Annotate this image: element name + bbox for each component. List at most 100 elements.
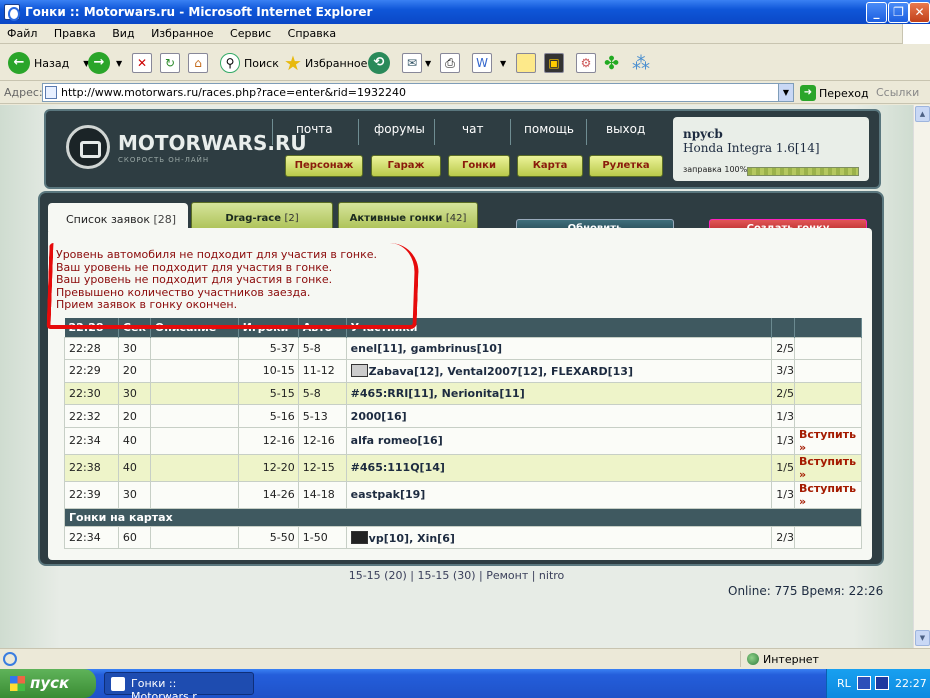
nav-help[interactable]: помощь	[524, 122, 574, 136]
favorites-button[interactable]: ★ Избранное	[284, 51, 367, 75]
tab-applications[interactable]: Список заявок [28]	[48, 203, 188, 231]
table-row: 22:34 60 5-50 1-50 vp[10], Xin[6] 2/3	[64, 525, 863, 550]
nav-mail[interactable]: почта	[296, 122, 333, 136]
menu-help[interactable]: Справка	[281, 24, 342, 40]
cell-participants[interactable]: #465:RRI[11], Nerionita[11]	[345, 381, 773, 406]
nav-roulette-button[interactable]: Рулетка	[589, 155, 663, 177]
links-label[interactable]: Ссылки	[876, 86, 919, 99]
zone-label: Интернет	[763, 652, 819, 666]
tray-app-icon[interactable]	[857, 676, 871, 690]
clover-button[interactable]: ✤	[604, 51, 619, 75]
cell-auto: 12-16	[297, 426, 347, 455]
bluetooth-button[interactable]: ⚙	[576, 51, 596, 75]
tab-active-races-count: [42]	[445, 213, 467, 224]
menu-favorites[interactable]: Избранное	[144, 24, 219, 40]
nav-races-button[interactable]: Гонки	[448, 155, 510, 177]
back-button[interactable]: ← Назад ▼	[8, 51, 89, 75]
home-icon: ⌂	[188, 53, 208, 73]
mail-dropdown-icon[interactable]: ▼	[425, 59, 431, 68]
cell-auto: 5-8	[297, 381, 347, 406]
nav-logout[interactable]: выход	[606, 122, 645, 136]
windows-logo-icon	[902, 24, 930, 44]
cell-participants[interactable]: 2000[16]	[345, 404, 773, 428]
people-icon: ⁂	[632, 52, 650, 74]
windows-flag-icon	[10, 676, 25, 691]
cell-participants[interactable]: eastpak[19]	[345, 480, 773, 509]
join-race-link[interactable]: Вступить »	[793, 480, 863, 509]
nav-character-button[interactable]: Персонаж	[285, 155, 363, 177]
logo-mark-icon	[66, 125, 110, 169]
nav-garage-button[interactable]: Гараж	[371, 155, 441, 177]
site-logo[interactable]: MOTORWARS.RU СКОРОСТЬ ОН-ЛАЙН	[66, 125, 307, 169]
cell-count: 1/3	[771, 426, 795, 455]
history-button[interactable]: ⟲	[368, 51, 390, 75]
edit-button[interactable]: W ▼	[472, 51, 506, 75]
join-race-link[interactable]: Вступить »	[793, 453, 863, 482]
cell-count: 2/3	[771, 525, 795, 550]
nav-map-button[interactable]: Карта	[517, 155, 583, 177]
menu-edit[interactable]: Правка	[47, 24, 102, 40]
cell-join	[793, 525, 863, 550]
messenger2-button[interactable]: ⁂	[632, 51, 650, 75]
edit-dropdown-icon[interactable]: ▼	[500, 59, 506, 68]
table-row: 22:29 20 10-15 11-12 Zabava[12], Vental2…	[64, 359, 863, 383]
menu-tools[interactable]: Сервис	[223, 24, 277, 40]
cell-description	[149, 525, 239, 550]
user-name[interactable]: npycb	[683, 127, 869, 141]
cell-participants[interactable]: #465:111Q[14]	[345, 453, 773, 482]
maximize-button[interactable]: ❐	[888, 2, 909, 23]
cell-players: 5-50	[237, 525, 299, 550]
go-button[interactable]: ➜ Переход	[800, 85, 869, 101]
cell-players: 5-16	[237, 404, 299, 428]
close-button[interactable]: ✕	[909, 2, 930, 23]
tray-media-icon[interactable]	[875, 676, 889, 690]
mail-icon: ✉	[402, 53, 422, 73]
home-button[interactable]: ⌂	[188, 51, 208, 75]
cell-participants[interactable]: vp[10], Xin[6]	[345, 525, 773, 550]
cell-players: 5-15	[237, 381, 299, 406]
address-dropdown-icon[interactable]: ▼	[778, 83, 794, 102]
cell-time: 22:38	[64, 453, 119, 482]
forward-dropdown-icon[interactable]: ▼	[116, 59, 122, 68]
page-icon	[45, 86, 57, 99]
minimize-button[interactable]: _	[866, 2, 887, 23]
cell-count: 2/5	[771, 336, 795, 361]
cell-auto: 14-18	[297, 480, 347, 509]
vertical-scrollbar[interactable]: ▲ ▼	[913, 105, 930, 648]
start-button[interactable]: пуск	[0, 669, 96, 698]
brand-name: MOTORWARS.RU	[118, 130, 307, 155]
cell-participants[interactable]: alfa romeo[16]	[345, 426, 773, 455]
menu-view[interactable]: Вид	[105, 24, 140, 40]
language-indicator[interactable]: RL	[837, 677, 851, 690]
site-header: MOTORWARS.RU СКОРОСТЬ ОН-ЛАЙН почта фору…	[44, 109, 881, 189]
join-race-link[interactable]: Вступить »	[793, 426, 863, 455]
address-label: Адрес:	[4, 86, 43, 99]
nav-forums[interactable]: форумы	[374, 122, 425, 136]
nav-chat[interactable]: чат	[462, 122, 483, 136]
scroll-up-icon[interactable]: ▲	[915, 106, 930, 122]
cell-participants[interactable]: enel[11], gambrinus[10]	[345, 336, 773, 361]
footer-links[interactable]: 15-15 (20) | 15-15 (30) | Ремонт | nitro	[0, 569, 913, 582]
cell-time: 22:29	[64, 359, 119, 383]
mail-button[interactable]: ✉ ▼	[402, 51, 431, 75]
cell-participants[interactable]: Zabava[12], Vental2007[12], FLEXARD[13]	[345, 359, 773, 383]
address-input[interactable]: http://www.motorwars.ru/races.php?race=e…	[42, 83, 794, 102]
search-button[interactable]: ⚲ Поиск	[220, 51, 279, 75]
stop-button[interactable]: ✕	[132, 51, 152, 75]
refresh-browser-button[interactable]: ↻	[160, 51, 180, 75]
brand-slogan: СКОРОСТЬ ОН-ЛАЙН	[118, 155, 210, 164]
cell-description	[149, 381, 239, 406]
status-bar: Интернет	[0, 648, 930, 668]
fuel-label: заправка 100%	[683, 165, 748, 174]
gear-icon: ⚙	[576, 53, 596, 73]
menu-file[interactable]: Файл	[0, 24, 43, 40]
forward-button[interactable]: → ▼	[88, 51, 122, 75]
print-button[interactable]: ⎙	[440, 51, 460, 75]
taskbar-item-ie[interactable]: Гонки :: Motorwars.r...	[104, 672, 254, 698]
cell-description	[149, 426, 239, 455]
messenger-button[interactable]	[516, 51, 536, 75]
go-arrow-icon: ➜	[800, 85, 816, 101]
scroll-down-icon[interactable]: ▼	[915, 630, 930, 646]
refresh-icon: ↻	[160, 53, 180, 73]
media-button[interactable]: ▣	[544, 51, 564, 75]
